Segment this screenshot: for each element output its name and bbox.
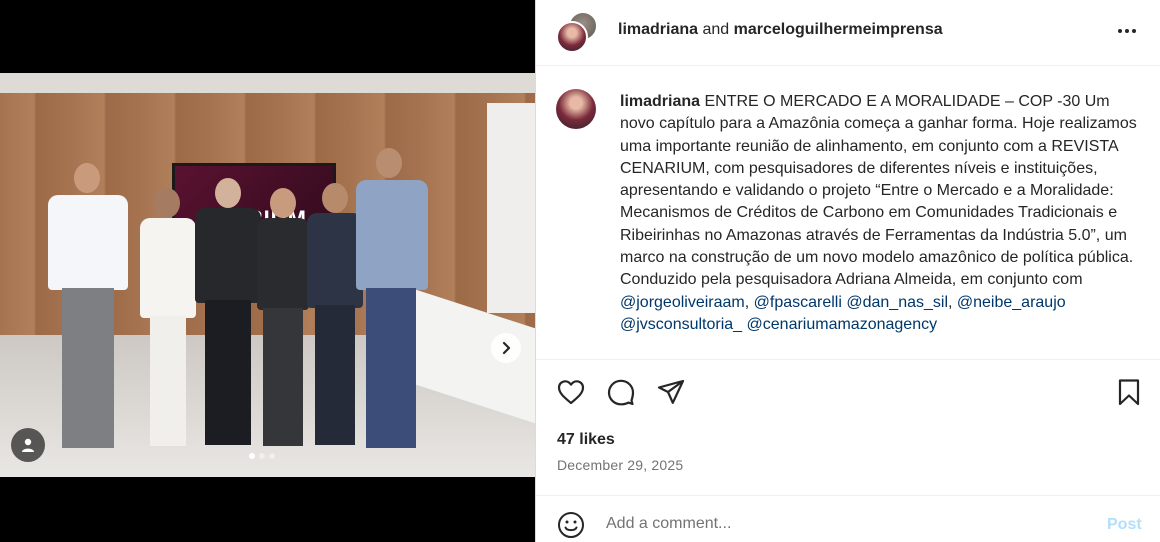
caption-username[interactable]: limadriana	[620, 93, 700, 110]
mention-link[interactable]: @dan_nas_sil	[846, 294, 948, 311]
chevron-right-icon	[502, 341, 511, 355]
carousel-dot-1	[249, 453, 255, 459]
post-date[interactable]: December 29, 2025	[557, 457, 683, 473]
emoji-icon	[558, 512, 584, 538]
post-authors: limadriana and marceloguilhermeimprensa	[618, 21, 943, 39]
likes-count[interactable]: 47 likes	[557, 431, 615, 449]
bookmark-icon	[1118, 379, 1140, 406]
post-comment-button[interactable]: Post	[1107, 516, 1142, 534]
more-options-button[interactable]	[1116, 20, 1138, 42]
mention-link[interactable]: @jorgeoliveiraam	[620, 294, 745, 311]
comment-input[interactable]	[606, 512, 1066, 536]
user-tag-icon	[22, 438, 34, 452]
person-3	[193, 178, 263, 453]
share-button[interactable]	[656, 377, 686, 407]
collab-avatars[interactable]	[556, 11, 600, 55]
mention-link[interactable]: @cenariumamazonagency	[747, 316, 938, 333]
person-4	[255, 188, 311, 453]
photo-right-wall	[487, 103, 535, 313]
author-link-2[interactable]: marceloguilhermeimprensa	[734, 21, 943, 38]
save-button[interactable]	[1114, 377, 1144, 407]
mention-link[interactable]: @jvsconsultoria_	[620, 316, 742, 333]
like-button[interactable]	[556, 377, 586, 407]
carousel-indicator	[249, 453, 275, 459]
caption-body: ENTRE O MERCADO E A MORALIDADE – COP -30…	[620, 93, 1137, 289]
emoji-button[interactable]	[556, 510, 586, 540]
carousel-dot-2	[259, 453, 265, 459]
caption-section: limadriana ENTRE O MERCADO E A MORALIDAD…	[536, 66, 1160, 360]
share-icon	[657, 379, 685, 404]
post-actions	[536, 362, 1160, 422]
comment-button[interactable]	[606, 377, 636, 407]
more-horizontal-icon	[1118, 29, 1136, 33]
mention-link[interactable]: @fpascarelli	[754, 294, 842, 311]
person-6	[352, 148, 430, 453]
carousel-dot-3	[269, 453, 275, 459]
tagged-users-button[interactable]	[11, 428, 45, 462]
post-media: NARIUM	[0, 0, 535, 542]
person-2	[138, 188, 198, 453]
post-photo[interactable]: NARIUM	[0, 73, 535, 477]
avatar-limadriana[interactable]	[556, 21, 588, 53]
caption-avatar[interactable]	[556, 89, 596, 129]
post-header: limadriana and marceloguilhermeimprensa	[536, 0, 1160, 66]
post-side-panel: limadriana and marceloguilhermeimprensa …	[535, 0, 1160, 542]
mention-link[interactable]: @neibe_araujo	[957, 294, 1066, 311]
author-link-1[interactable]: limadriana	[618, 21, 698, 38]
author-connector: and	[702, 21, 730, 38]
photo-ceiling	[0, 73, 535, 95]
comment-bar: Post	[536, 495, 1160, 542]
heart-icon	[557, 380, 585, 405]
caption-text: limadriana ENTRE O MERCADO E A MORALIDAD…	[620, 93, 1137, 333]
person-1	[40, 163, 135, 453]
comment-icon	[607, 379, 635, 406]
next-image-button[interactable]	[491, 333, 521, 363]
